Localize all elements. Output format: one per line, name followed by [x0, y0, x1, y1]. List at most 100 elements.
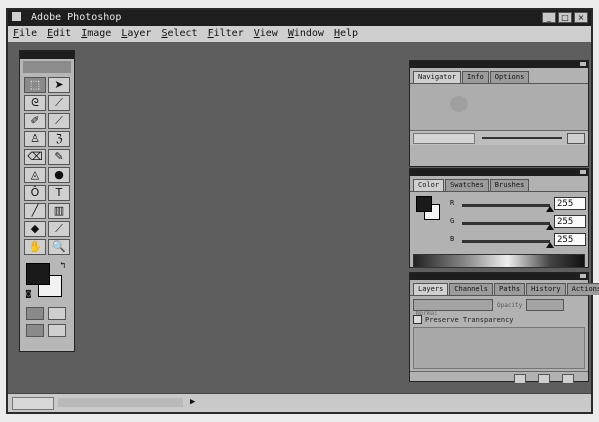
magic-wand-tool-icon[interactable]: ⟋: [48, 95, 70, 111]
pen-tool-icon[interactable]: Ô: [24, 185, 46, 201]
channel-row-r: R 255: [410, 196, 588, 214]
toolbox-logo[interactable]: [23, 61, 71, 73]
navigator-palette: Navigator Info Options: [409, 60, 589, 167]
blend-mode-select[interactable]: Normal: [413, 299, 493, 317]
menu-item-view[interactable]: View: [249, 26, 283, 42]
menu-item-image[interactable]: Image: [76, 26, 116, 42]
move-tool-icon[interactable]: ➤: [48, 77, 70, 93]
navigator-controls: [410, 130, 588, 145]
navigator-preview[interactable]: [410, 84, 588, 130]
layers-tabs: Layers Channels Paths History Actions: [410, 280, 599, 296]
marquee-tool-icon[interactable]: ⬚: [24, 77, 46, 93]
color-foreground-swatch[interactable]: [416, 196, 432, 212]
new-layer-button[interactable]: [514, 374, 526, 384]
pencil-tool-icon[interactable]: ✎: [48, 149, 70, 165]
menu-label-rest: elp: [339, 28, 359, 39]
channel-value-field[interactable]: 255: [554, 233, 586, 246]
history-brush-tool-icon[interactable]: ℨ: [48, 131, 70, 147]
menu-item-edit[interactable]: Edit: [42, 26, 76, 42]
standard-mode-button[interactable]: [26, 307, 44, 320]
foreground-color-swatch[interactable]: [26, 263, 50, 285]
palette-title-bar[interactable]: [410, 61, 588, 68]
layers-tab-history[interactable]: History: [526, 283, 566, 295]
minimize-button[interactable]: _: [542, 12, 556, 23]
palette-title-bar[interactable]: [410, 169, 588, 176]
gradient-tool-icon[interactable]: ▥: [48, 203, 70, 219]
menu-label-rest: dit: [53, 28, 72, 39]
menu-item-file[interactable]: File: [8, 26, 42, 42]
dodge-tool-icon[interactable]: ●: [48, 167, 70, 183]
hand-tool-icon[interactable]: ✋: [24, 239, 46, 255]
navigator-tab-options[interactable]: Options: [489, 71, 530, 83]
delete-layer-button[interactable]: [562, 374, 574, 384]
color-tab-swatches[interactable]: Swatches: [445, 179, 489, 191]
channel-slider-thumb[interactable]: [546, 206, 554, 212]
layers-tab-paths[interactable]: Paths: [494, 283, 526, 295]
preview-thumbnail: [450, 96, 468, 112]
layers-tab-actions[interactable]: Actions: [566, 283, 599, 295]
layers-tab-layers[interactable]: Layers: [413, 283, 449, 295]
airbrush-tool-icon[interactable]: ✐: [24, 113, 46, 129]
palette-title-bar[interactable]: [410, 273, 588, 280]
eraser-tool-icon[interactable]: ⌫: [24, 149, 46, 165]
channel-slider-track[interactable]: [462, 204, 550, 207]
navigator-tab-info[interactable]: Info: [461, 71, 489, 83]
rubber-stamp-tool-icon[interactable]: ♙: [24, 131, 46, 147]
maximize-button[interactable]: □: [558, 12, 572, 23]
navigator-zoom-field[interactable]: [413, 133, 475, 144]
zoom-tool-icon[interactable]: 🔍: [48, 239, 70, 255]
menu-label-rest: elect: [167, 28, 198, 39]
menu-label-rest: mage: [87, 28, 112, 39]
navigator-tab-navigator[interactable]: Navigator: [413, 71, 461, 83]
status-arrow-icon[interactable]: ▶: [190, 397, 195, 407]
zoom-field[interactable]: [12, 397, 54, 410]
menu-label-rest: ayer: [127, 28, 152, 39]
paint-bucket-tool-icon[interactable]: ◆: [24, 221, 46, 237]
full-screen-menu-mode-button[interactable]: [48, 324, 66, 337]
preserve-transparency[interactable]: Preserve Transparency: [410, 314, 588, 325]
layers-palette: Layers Channels Paths History Actions Normal…: [409, 272, 599, 384]
eyedropper-tool-icon[interactable]: ⟋: [48, 221, 70, 237]
collapse-icon[interactable]: [580, 170, 586, 174]
layers-tab-channels[interactable]: Channels: [449, 283, 494, 295]
channel-slider-thumb[interactable]: [546, 224, 554, 230]
menu-label-rest: iew: [259, 28, 278, 39]
channel-slider-thumb[interactable]: [546, 242, 554, 248]
menu-item-select[interactable]: Select: [156, 26, 202, 42]
menu-item-layer[interactable]: Layer: [116, 26, 156, 42]
blur-tool-icon[interactable]: ◬: [24, 167, 46, 183]
preserve-transparency-checkbox[interactable]: [413, 315, 422, 324]
zoom-slider[interactable]: [482, 137, 562, 139]
menu-item-filter[interactable]: Filter: [203, 26, 249, 42]
standard-screen-mode-button[interactable]: [26, 324, 44, 337]
lasso-tool-icon[interactable]: ᘓ: [24, 95, 46, 111]
zoom-in-button[interactable]: [567, 133, 585, 144]
color-tab-brushes[interactable]: Brushes: [489, 179, 530, 191]
navigator-tabs: Navigator Info Options: [410, 68, 588, 84]
default-colors-icon[interactable]: ◙: [26, 289, 31, 298]
collapse-icon[interactable]: [580, 62, 586, 66]
quick-mask-mode-button[interactable]: [48, 307, 66, 320]
channel-value-field[interactable]: 255: [554, 197, 586, 210]
line-tool-icon[interactable]: ╱: [24, 203, 46, 219]
color-palette: Color Swatches Brushes R 255 G 255 B 255: [409, 168, 589, 268]
color-ramp[interactable]: [413, 254, 585, 268]
mask-mode-row: [20, 305, 74, 322]
menu-item-help[interactable]: Help: [329, 26, 363, 42]
channel-slider-track[interactable]: [462, 222, 550, 225]
channel-slider-track[interactable]: [462, 240, 550, 243]
paintbrush-tool-icon[interactable]: ⟋: [48, 113, 70, 129]
opacity-field[interactable]: [526, 299, 565, 311]
color-tab-color[interactable]: Color: [413, 179, 445, 191]
channel-value-field[interactable]: 255: [554, 215, 586, 228]
type-tool-icon[interactable]: T: [48, 185, 70, 201]
status-scroll-track[interactable]: [58, 398, 183, 407]
toolbox: ⬚ ➤ ᘓ ⟋ ✐ ⟋ ♙ ℨ ⌫ ✎ ◬ ● Ô T ╱ ▥ ◆ ⟋ ✋ 🔍 ↰ ◙: [19, 50, 75, 352]
layers-list[interactable]: [413, 327, 585, 369]
new-layer-mask-button[interactable]: [538, 374, 550, 384]
toolbox-title-bar[interactable]: [20, 51, 74, 59]
menu-item-window[interactable]: Window: [283, 26, 329, 42]
swap-colors-icon[interactable]: ↰: [60, 261, 65, 271]
close-button[interactable]: ×: [574, 12, 588, 23]
collapse-icon[interactable]: [580, 274, 586, 278]
